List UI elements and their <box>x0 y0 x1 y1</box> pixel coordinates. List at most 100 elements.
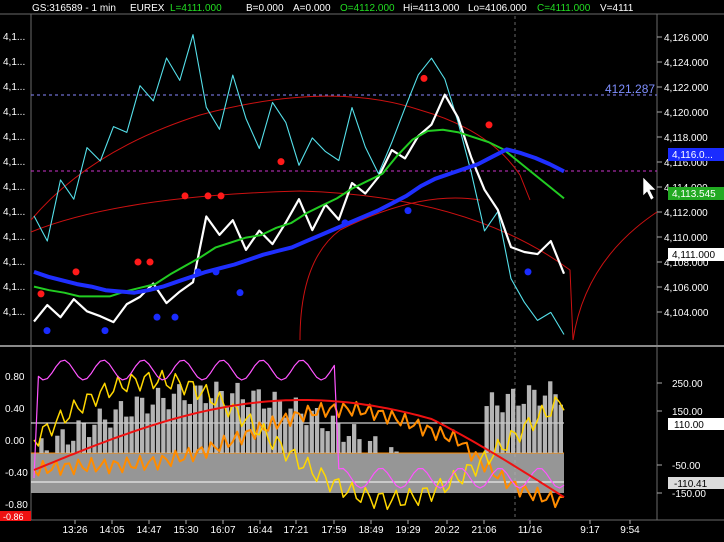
signal-dot-high <box>277 158 285 166</box>
osc-left-tick: 0.40 <box>5 404 25 415</box>
right-price-tick: 4,104.000 <box>664 308 709 319</box>
left-price-tick: 4,1... <box>3 82 25 93</box>
histogram-bar <box>92 424 97 453</box>
signal-dot-low <box>171 313 179 321</box>
histogram-bar <box>145 413 150 453</box>
histogram-bar <box>330 415 336 453</box>
left-price-tick: 4,1... <box>3 57 25 68</box>
histogram-bar <box>97 408 102 453</box>
right-price-tick: 4,118.000 <box>664 133 708 144</box>
time-tick-label: 16:44 <box>247 525 272 536</box>
histogram-bar <box>558 404 563 453</box>
histogram-bar <box>548 381 553 453</box>
badge-slow-text: 4,116.0... <box>672 150 713 161</box>
histogram-bar <box>71 440 76 453</box>
histogram-bar <box>293 397 298 453</box>
histogram-bar <box>155 387 161 453</box>
osc-left-tick: 0.00 <box>5 436 25 447</box>
histogram-bar <box>373 436 378 453</box>
left-price-tick: 4,1... <box>3 282 25 293</box>
osc-badge-upper-text: 110.00 <box>674 420 704 431</box>
histogram-bar <box>532 389 537 453</box>
header-high: Hi=4113.000 <box>403 3 460 14</box>
right-price-tick: 4,120.000 <box>664 108 709 119</box>
right-price-tick: 4,126.000 <box>664 33 709 44</box>
signal-dot-high <box>72 268 80 276</box>
signal-dot-low <box>404 207 412 215</box>
histogram-bar <box>187 403 192 453</box>
time-tick-label: 17:59 <box>321 525 346 536</box>
left-price-tick: 4,1... <box>3 232 25 243</box>
left-price-tick: 4,1... <box>3 32 25 43</box>
histogram-bar <box>76 420 81 453</box>
histogram-bar <box>346 436 351 453</box>
osc-left-tick: -0.40 <box>5 468 28 479</box>
header-close: C=4111.000 <box>537 3 591 14</box>
time-tick-label: 19:29 <box>395 525 420 536</box>
histogram-bar <box>44 450 49 453</box>
osc-right-tick: 150.00 <box>672 407 703 418</box>
header-low: Lo=4106.000 <box>468 3 527 14</box>
left-price-tick: 4,1... <box>3 132 25 143</box>
osc-right-tick: -50.00 <box>672 461 701 472</box>
histogram-bar <box>55 435 60 453</box>
signal-dot-high <box>134 258 142 266</box>
signal-dot-high <box>181 192 189 200</box>
histogram-bar <box>288 408 293 453</box>
left-price-tick: 4,1... <box>3 207 25 218</box>
histogram-bar <box>489 392 495 453</box>
left-price-tick: 4,1... <box>3 307 25 318</box>
signal-dot-low <box>101 327 109 335</box>
header-open: O=4112.000 <box>340 3 395 14</box>
histogram-bar <box>102 419 108 453</box>
time-tick-label: 20:22 <box>434 525 459 536</box>
header-bid: B=0.000 <box>246 3 284 14</box>
histogram-bar <box>140 397 145 453</box>
histogram-bar <box>389 447 394 453</box>
time-tick-label: 21:06 <box>471 525 496 536</box>
time-tick-label: 13:26 <box>62 525 87 536</box>
histogram-bar <box>394 451 399 453</box>
signal-dot-low <box>212 268 220 276</box>
signal-dot-high <box>37 290 45 298</box>
histogram-bar <box>341 441 346 453</box>
time-tick-label: 16:07 <box>210 525 235 536</box>
histogram-bar <box>256 389 261 453</box>
price-badge-last: 4,111.000 <box>668 248 724 261</box>
histogram-bar <box>65 444 71 453</box>
histogram-bar <box>357 439 362 453</box>
time-tick-label: 18:49 <box>358 525 383 536</box>
left-price-tick: 4,1... <box>3 157 25 168</box>
signal-dot-high <box>204 192 212 200</box>
osc-right-badge-lower: -110.41 <box>668 477 724 490</box>
osc-left-badge-text: -0.86 <box>3 512 24 522</box>
time-tick-label: 11/16 <box>518 525 543 536</box>
osc-badge-lower-text: -110.41 <box>674 479 708 490</box>
histogram-bar <box>113 409 118 453</box>
signal-dot-low <box>194 268 202 276</box>
right-price-tick: 4,106.000 <box>664 283 709 294</box>
histogram-bar <box>516 405 521 453</box>
histogram-bar <box>134 396 139 453</box>
time-tick-label: 17:21 <box>283 525 308 536</box>
header-ask: A=0.000 <box>293 3 331 14</box>
signal-dot-high <box>485 121 493 129</box>
left-price-tick: 4,1... <box>3 107 25 118</box>
signal-dot-low <box>341 219 349 227</box>
header-exchange: EUREX <box>130 3 165 14</box>
histogram-bar <box>118 401 124 453</box>
osc-left-tick: -0.80 <box>5 500 28 511</box>
right-price-tick: 4,124.000 <box>664 58 709 69</box>
signal-dot-low <box>236 289 244 297</box>
histogram-bar <box>304 425 309 453</box>
price-badge-fast: 4,113.545 <box>668 187 724 200</box>
histogram-bar <box>171 393 177 453</box>
header-last: L=4111.000 <box>170 3 222 14</box>
time-tick-label: 9:17 <box>580 525 600 536</box>
left-price-tick: 4,1... <box>3 182 25 193</box>
time-tick-label: 15:30 <box>173 525 198 536</box>
badge-fast-text: 4,113.545 <box>672 189 716 200</box>
header-symbol: GS:316589 - 1 min <box>32 3 116 14</box>
histogram-bar <box>325 431 330 453</box>
trading-chart[interactable]: GS:316589 - 1 min EUREX L=4111.000 B=0.0… <box>0 0 724 537</box>
